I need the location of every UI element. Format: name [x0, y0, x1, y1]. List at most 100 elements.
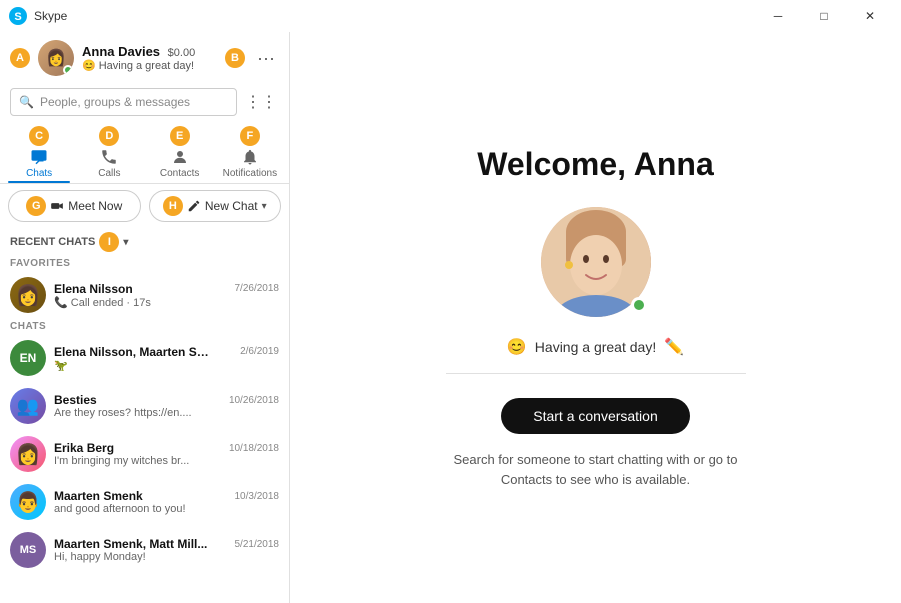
tab-notifications-label: Notifications	[223, 168, 277, 179]
chat-content: Besties 10/26/2018 Are they roses? https…	[54, 393, 279, 419]
chat-preview: Are they roses? https://en....	[54, 407, 279, 419]
title-bar: S Skype ─ □ ✕	[0, 0, 901, 32]
chat-preview: Hi, happy Monday!	[54, 551, 279, 563]
avatar: MS	[10, 532, 46, 568]
search-box[interactable]: 🔍 People, groups & messages	[10, 88, 237, 116]
list-item[interactable]: EN Elena Nilsson, Maarten Sm... 2/6/2019…	[0, 334, 289, 382]
chat-content: Elena Nilsson 7/26/2018 📞 Call ended · 1…	[54, 282, 279, 309]
welcome-avatar-container	[541, 207, 651, 317]
start-conversation-button[interactable]: Start a conversation	[501, 398, 690, 434]
badge-a: A	[10, 48, 30, 68]
chat-preview: 🦖	[54, 359, 279, 372]
chats-section-label: CHATS	[0, 319, 289, 334]
badge-d: D	[99, 126, 119, 146]
welcome-title: Welcome, Anna	[477, 146, 714, 183]
chat-date: 10/26/2018	[229, 395, 279, 406]
status-message-text: Having a great day!	[535, 339, 656, 355]
action-buttons: G Meet Now H New Chat ▾	[0, 184, 289, 228]
list-item[interactable]: 👩 Erika Berg 10/18/2018 I'm bringing my …	[0, 430, 289, 478]
list-item[interactable]: 👩 Elena Nilsson 7/26/2018 📞 Call ended ·…	[0, 271, 289, 319]
chat-date: 10/3/2018	[235, 491, 280, 502]
chat-name: Besties	[54, 393, 97, 407]
tab-calls[interactable]: D Calls	[74, 120, 144, 183]
chat-date: 7/26/2018	[235, 283, 280, 294]
status-message-area: 😊 Having a great day! ✏️	[446, 337, 746, 374]
recent-chats-header[interactable]: RECENT CHATS I ▾	[0, 228, 289, 256]
avatar: 👨	[10, 484, 46, 520]
profile-name: Anna Davies $0.00	[82, 44, 217, 59]
welcome-status-dot	[631, 297, 647, 313]
skype-icon: S	[8, 6, 28, 26]
app-body: A 👩 Anna Davies $0.00 😊 Having a great d…	[0, 32, 901, 603]
chat-name: Maarten Smenk	[54, 489, 143, 503]
chat-preview: I'm bringing my witches br...	[54, 455, 279, 467]
chat-name: Elena Nilsson	[54, 282, 133, 296]
grid-view-button[interactable]: ⋮⋮	[243, 90, 279, 114]
avatar: 👩	[10, 436, 46, 472]
badge-g: G	[26, 196, 46, 216]
contacts-icon	[171, 148, 189, 166]
main-panel: Welcome, Anna	[290, 32, 901, 603]
tab-chats-label: Chats	[26, 168, 52, 179]
new-chat-dropdown-icon[interactable]: ▾	[262, 201, 267, 212]
notifications-icon	[241, 148, 259, 166]
avatar: EN	[10, 340, 46, 376]
search-placeholder: People, groups & messages	[40, 95, 190, 109]
window-controls: ─ □ ✕	[755, 0, 893, 32]
chat-preview: and good afternoon to you!	[54, 503, 279, 515]
chat-date: 10/18/2018	[229, 443, 279, 454]
favorites-section-label: FAVORITES	[0, 256, 289, 271]
list-item[interactable]: 👥 Besties 10/26/2018 Are they roses? htt…	[0, 382, 289, 430]
chat-content: Erika Berg 10/18/2018 I'm bringing my wi…	[54, 441, 279, 467]
chat-name: Elena Nilsson, Maarten Sm...	[54, 345, 214, 359]
chat-content: Maarten Smenk, Matt Mill... 5/21/2018 Hi…	[54, 537, 279, 563]
tab-notifications[interactable]: F Notifications	[215, 120, 285, 183]
chat-date: 5/21/2018	[235, 539, 280, 550]
profile-area: A 👩 Anna Davies $0.00 😊 Having a great d…	[0, 32, 289, 84]
chat-date: 2/6/2019	[240, 346, 279, 357]
chat-name: Erika Berg	[54, 441, 114, 455]
calls-icon	[100, 148, 118, 166]
avatar: 👩	[10, 277, 46, 313]
badge-e: E	[170, 126, 190, 146]
chat-content: Elena Nilsson, Maarten Sm... 2/6/2019 🦖	[54, 345, 279, 372]
search-area: 🔍 People, groups & messages ⋮⋮	[0, 84, 289, 120]
nav-tabs: C Chats D Calls E Contacts F Notificatio…	[0, 120, 289, 184]
app-title: Skype	[34, 9, 755, 23]
list-item[interactable]: MS Maarten Smenk, Matt Mill... 5/21/2018…	[0, 526, 289, 574]
sidebar: A 👩 Anna Davies $0.00 😊 Having a great d…	[0, 32, 290, 603]
chats-icon	[30, 148, 48, 166]
profile-status: 😊 Having a great day!	[82, 59, 217, 72]
close-button[interactable]: ✕	[847, 0, 893, 32]
new-chat-button[interactable]: H New Chat ▾	[149, 190, 282, 222]
badge-c: C	[29, 126, 49, 146]
meet-now-button[interactable]: G Meet Now	[8, 190, 141, 222]
edit-icon	[187, 199, 201, 213]
badge-f: F	[240, 126, 260, 146]
search-icon: 🔍	[19, 95, 34, 109]
more-options-button[interactable]: ···	[253, 44, 279, 73]
chat-name: Maarten Smenk, Matt Mill...	[54, 537, 207, 551]
tab-chats[interactable]: C Chats	[4, 120, 74, 183]
minimize-button[interactable]: ─	[755, 0, 801, 32]
chat-preview: 📞 Call ended · 17s	[54, 296, 279, 309]
chat-list: FAVORITES 👩 Elena Nilsson 7/26/2018 📞 Ca…	[0, 256, 289, 603]
tab-calls-label: Calls	[98, 168, 120, 179]
welcome-hint: Search for someone to start chatting wit…	[436, 450, 756, 489]
badge-b: B	[225, 48, 245, 68]
edit-status-button[interactable]: ✏️	[664, 337, 684, 357]
meet-icon	[50, 199, 64, 213]
badge-h: H	[163, 196, 183, 216]
avatar: 👥	[10, 388, 46, 424]
tab-contacts[interactable]: E Contacts	[145, 120, 215, 183]
status-emoji: 😊	[507, 337, 527, 357]
profile-avatar[interactable]: 👩	[38, 40, 74, 76]
badge-i: I	[99, 232, 119, 252]
profile-info: Anna Davies $0.00 😊 Having a great day!	[82, 44, 217, 72]
svg-text:S: S	[14, 11, 21, 23]
status-indicator	[63, 65, 73, 75]
list-item[interactable]: 👨 Maarten Smenk 10/3/2018 and good after…	[0, 478, 289, 526]
tab-contacts-label: Contacts	[160, 168, 199, 179]
maximize-button[interactable]: □	[801, 0, 847, 32]
chat-content: Maarten Smenk 10/3/2018 and good afterno…	[54, 489, 279, 515]
